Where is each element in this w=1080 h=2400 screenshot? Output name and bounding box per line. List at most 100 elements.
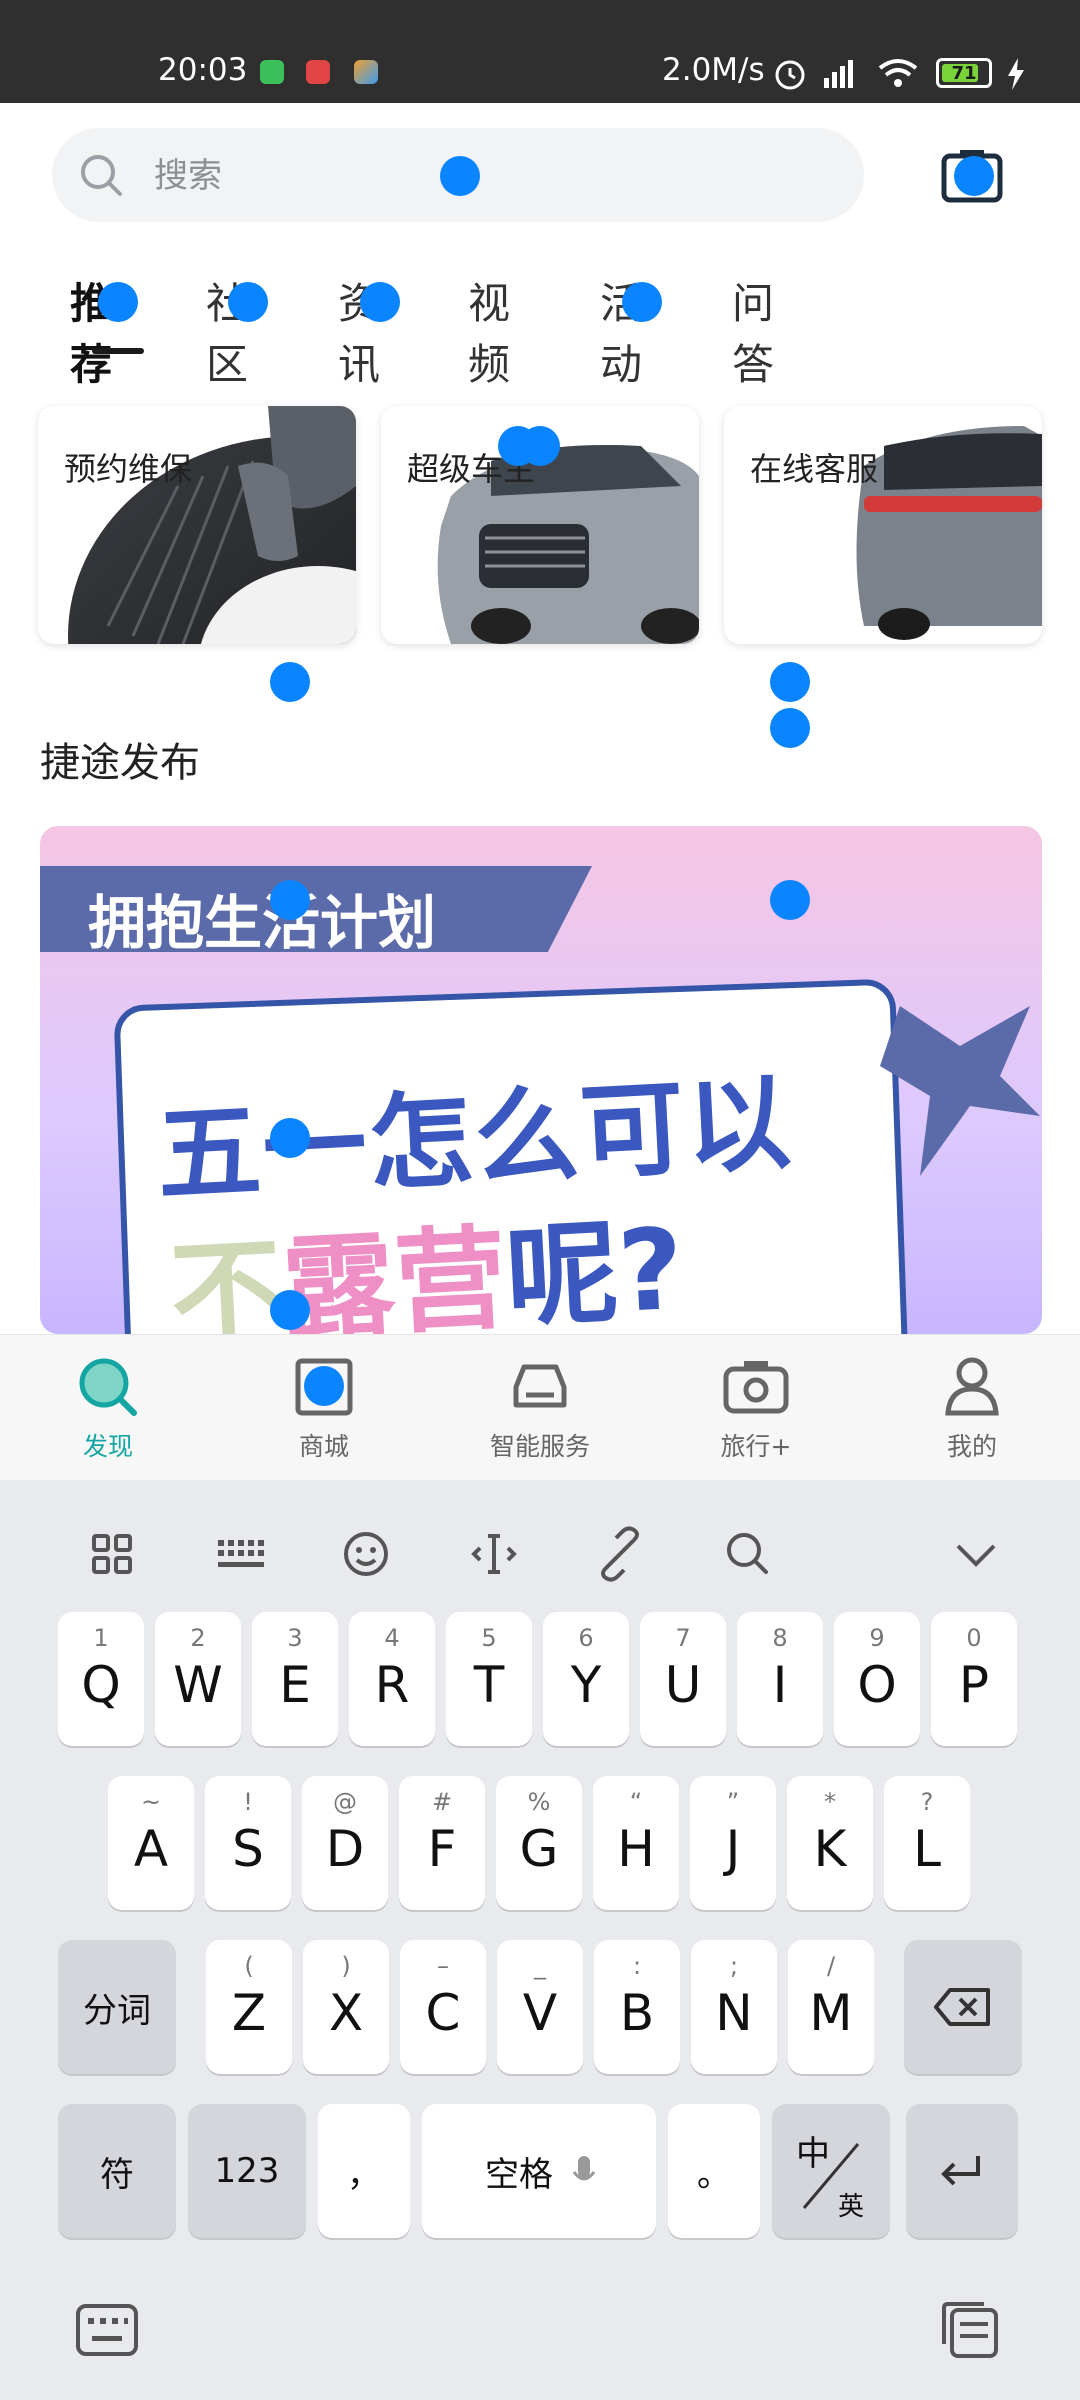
tab-video[interactable]: 视频	[468, 270, 510, 392]
period-key[interactable]: 。	[668, 2104, 760, 2238]
backspace-icon	[934, 1988, 990, 2026]
key-w[interactable]: 2W	[155, 1612, 241, 1746]
number-key[interactable]: 123	[188, 2104, 306, 2238]
segment-key[interactable]: 分词	[58, 1940, 176, 2074]
key-y[interactable]: 6Y	[543, 1612, 629, 1746]
key-v[interactable]: _ V	[497, 1940, 583, 2074]
key-primary: J	[725, 1820, 741, 1878]
key-primary: E	[279, 1656, 311, 1714]
key-primary: T	[473, 1656, 505, 1714]
key-z[interactable]: (Z	[206, 1940, 292, 2074]
enter-key[interactable]	[906, 2104, 1018, 2238]
touch-indicator-dot	[360, 282, 400, 322]
key-primary: X	[328, 1984, 364, 2042]
key-label: 英	[838, 2192, 865, 2222]
key-primary: C	[425, 1984, 461, 2042]
key-label: ，	[347, 2154, 381, 2195]
key-secondary: 3	[287, 1624, 303, 1652]
key-s[interactable]: ! S	[205, 1776, 291, 1910]
key-i[interactable]: 8I	[737, 1612, 823, 1746]
key-secondary: 2	[190, 1624, 206, 1652]
nav-discover[interactable]: 发现	[0, 1335, 216, 1481]
key-secondary: 6	[578, 1624, 594, 1652]
promo-banner[interactable]: 拥抱生活计划 五一怎么可以 不露营呢?	[40, 826, 1042, 1334]
comma-key[interactable]: ，	[318, 2104, 410, 2238]
key-secondary: #	[431, 1788, 453, 1816]
keyboard-layout-icon[interactable]	[208, 1522, 272, 1586]
key-secondary: ”	[726, 1788, 740, 1816]
tab-qa[interactable]: 问答	[732, 270, 774, 392]
key-r[interactable]: 4R	[349, 1612, 435, 1746]
backspace-key[interactable]	[904, 1940, 1022, 2074]
key-g[interactable]: % G	[496, 1776, 582, 1910]
touch-indicator-dot	[98, 282, 138, 322]
key-t[interactable]: 5T	[446, 1612, 532, 1746]
car-icon	[513, 1364, 567, 1408]
nav-mine[interactable]: 我的	[864, 1335, 1080, 1481]
emoji-icon[interactable]	[334, 1522, 398, 1586]
banner-headline-part: 呢?	[503, 1204, 687, 1334]
key-k[interactable]: * K	[787, 1776, 873, 1910]
key-secondary: ~	[140, 1788, 162, 1816]
key-h[interactable]: “H	[593, 1776, 679, 1910]
key-secondary: 8	[772, 1624, 788, 1652]
key-j[interactable]: ” J	[690, 1776, 776, 1910]
nav-store[interactable]: 商城	[216, 1335, 432, 1481]
key-d[interactable]: @ D	[302, 1776, 388, 1910]
key-label: 分词	[83, 1990, 151, 2031]
key-primary: K	[813, 1820, 847, 1878]
key-l[interactable]: ? L	[884, 1776, 970, 1910]
microphone-icon	[572, 2156, 596, 2181]
signal-icon	[824, 60, 853, 88]
key-n[interactable]: ; N	[691, 1940, 777, 2074]
key-secondary: 1	[93, 1624, 109, 1652]
key-p[interactable]: 0P	[931, 1612, 1017, 1746]
service-card-customer-service[interactable]: 在线客服	[724, 406, 1042, 644]
key-x[interactable]: ) X	[303, 1940, 389, 2074]
language-switch-key[interactable]: 中 英	[772, 2104, 890, 2238]
chevron-down-icon[interactable]	[944, 1522, 1008, 1586]
key-f[interactable]: # F	[399, 1776, 485, 1910]
enter-icon	[941, 2156, 980, 2186]
key-o[interactable]: 9O	[834, 1612, 920, 1746]
status-bar: 20:03 2.0M/s 71	[0, 0, 1080, 103]
key-secondary: ;	[729, 1952, 739, 1980]
space-key[interactable]: 空格	[422, 2104, 656, 2238]
keyboard-switch-icon[interactable]	[74, 2302, 140, 2358]
cursor-move-icon[interactable]	[462, 1522, 526, 1586]
key-a[interactable]: ~ A	[108, 1776, 194, 1910]
key-secondary: %	[527, 1788, 551, 1816]
app-notification-icon	[306, 60, 330, 84]
nav-smart-service[interactable]: 智能服务	[432, 1335, 648, 1481]
touch-indicator-dot	[770, 708, 810, 748]
app-notification-icon	[354, 60, 378, 84]
key-b[interactable]: :B	[594, 1940, 680, 2074]
symbol-key[interactable]: 符	[58, 2104, 176, 2238]
key-primary: S	[232, 1820, 264, 1878]
key-primary: B	[619, 1984, 655, 2042]
key-secondary: 5	[481, 1624, 497, 1652]
search-icon[interactable]	[716, 1522, 780, 1586]
nav-label: 旅行+	[720, 1432, 792, 1461]
key-primary: G	[519, 1820, 559, 1878]
clipboard-icon[interactable]	[938, 2300, 1002, 2360]
nav-travel[interactable]: 旅行+	[648, 1335, 864, 1481]
key-primary: P	[958, 1656, 990, 1714]
touch-indicator-dot	[440, 156, 480, 196]
key-secondary: )	[341, 1952, 351, 1980]
banner-ribbon-text: 拥抱生活计划	[88, 889, 437, 957]
network-speed: 2.0M/s	[662, 52, 765, 88]
active-tab-indicator	[92, 348, 144, 354]
key-primary: H	[617, 1820, 655, 1878]
grid-menu-icon[interactable]	[80, 1522, 144, 1586]
key-u[interactable]: 7U	[640, 1612, 726, 1746]
key-c[interactable]: – C	[400, 1940, 486, 2074]
key-secondary: *	[824, 1788, 836, 1816]
key-q[interactable]: 1Q	[58, 1612, 144, 1746]
key-e[interactable]: 3E	[252, 1612, 338, 1746]
person-icon	[945, 1357, 999, 1416]
alarm-icon	[775, 60, 805, 90]
service-card-maintenance[interactable]: 预约维保	[38, 406, 356, 644]
link-icon[interactable]	[588, 1522, 652, 1586]
key-m[interactable]: / M	[788, 1940, 874, 2074]
